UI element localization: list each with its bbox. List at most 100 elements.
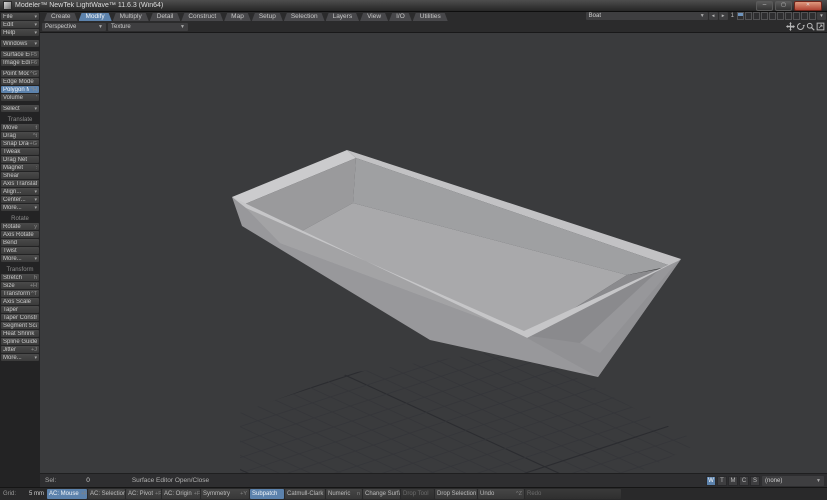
vmap-mode-c-button[interactable]: C	[739, 475, 749, 486]
shortcut-label: n	[356, 491, 360, 497]
tab-modify[interactable]: Modify	[79, 13, 112, 21]
button-label: Change Surface	[365, 491, 400, 497]
drop-selection-button[interactable]: Drop Selection/	[435, 489, 477, 499]
grid-size-field: Grid: 5 mm	[1, 491, 46, 497]
layer-cell-10[interactable]	[809, 12, 816, 20]
zoom-icon[interactable]	[806, 22, 815, 31]
stretch-button[interactable]: Stretch h	[1, 274, 39, 281]
volume-button[interactable]: Volume '	[1, 94, 39, 101]
ac-mouse-button[interactable]: AC: Mouse+F5	[47, 489, 87, 499]
shear-button[interactable]: Shear	[1, 172, 39, 179]
undo-button[interactable]: Undo ^Z	[478, 489, 524, 499]
more-button[interactable]: More... ▾	[1, 255, 39, 262]
tab-create[interactable]: Create	[44, 13, 78, 21]
numeric-button[interactable]: Numeric n	[326, 489, 362, 499]
view-mode-dropdown[interactable]: Perspective ▼	[42, 22, 106, 31]
transform-button[interactable]: Transform ^T	[1, 290, 39, 297]
layer-cell-6[interactable]	[777, 12, 784, 20]
bend-button[interactable]: Bend	[1, 239, 39, 246]
spline-guide-button[interactable]: Spline Guide	[1, 338, 39, 345]
shortcut-label: +Y	[240, 491, 247, 497]
symmetry-button[interactable]: Symmetry +Y	[201, 489, 249, 499]
tab-multiply[interactable]: Multiply	[113, 13, 149, 21]
image-editor-button[interactable]: Image EditorF6	[1, 59, 39, 66]
prev-object-button[interactable]: ◄	[708, 12, 718, 20]
layer-cell-4[interactable]	[761, 12, 768, 20]
vmap-mode-s-button[interactable]: S	[750, 475, 760, 486]
drop-tool-button: Drop Tool	[401, 489, 434, 499]
jitter-button[interactable]: Jitter +J	[1, 346, 39, 353]
pan-icon[interactable]	[786, 22, 795, 31]
subpatch-button[interactable]: Subpatch	[250, 489, 284, 499]
ac-origin-button[interactable]: AC: Origin+F8	[162, 489, 200, 499]
object-selector[interactable]: Boat ▼	[585, 12, 708, 20]
vmap-mode-m-button[interactable]: M	[728, 475, 738, 486]
help-button[interactable]: Help ▾	[1, 29, 39, 36]
layer-controls: Boat ▼ ◄ ► 1 ▼	[585, 12, 827, 21]
more-button[interactable]: More... ▾	[1, 204, 39, 211]
rotate-icon[interactable]	[796, 22, 805, 31]
select-button[interactable]: Select ▾	[1, 105, 39, 112]
taper-button[interactable]: Taper	[1, 306, 39, 313]
tab-detail[interactable]: Detail	[150, 13, 181, 21]
button-label: Segment Scale	[3, 322, 37, 329]
tweak-button[interactable]: Tweak	[1, 148, 39, 155]
tab-map[interactable]: Map	[224, 13, 251, 21]
heat-shrink-button[interactable]: Heat Shrink	[1, 330, 39, 337]
more-button[interactable]: More... ▾	[1, 354, 39, 361]
edge-mode-button[interactable]: Edge Mode	[1, 78, 39, 85]
align-button[interactable]: Align... ▾	[1, 188, 39, 195]
layer-cell-8[interactable]	[793, 12, 800, 20]
layer-cell-1[interactable]	[737, 12, 744, 20]
layer-cell-2[interactable]	[745, 12, 752, 20]
vmap-mode-w-button[interactable]: W	[706, 475, 716, 486]
tab-setup[interactable]: Setup	[252, 13, 283, 21]
layer-cell-5[interactable]	[769, 12, 776, 20]
ac-selection-button[interactable]: AC: Selection+F6	[88, 489, 125, 499]
ac-pivot-button[interactable]: AC: Pivot+F7	[126, 489, 161, 499]
next-object-button[interactable]: ►	[718, 12, 728, 20]
windows-button[interactable]: Windows ▾	[1, 40, 39, 47]
point-mode-button[interactable]: Point Mode^G	[1, 70, 39, 77]
tab-utilities[interactable]: Utilities	[413, 13, 448, 21]
center-button[interactable]: Center... ▾	[1, 196, 39, 203]
move-button[interactable]: Move t	[1, 124, 39, 131]
minimize-button[interactable]: ─	[756, 0, 773, 11]
close-button[interactable]: ✕	[794, 0, 822, 11]
rotate-button[interactable]: Rotate y	[1, 223, 39, 230]
twist-button[interactable]: Twist	[1, 247, 39, 254]
tab-layers[interactable]: Layers	[326, 13, 360, 21]
surface-editor-button[interactable]: Surface EditorF5	[1, 51, 39, 58]
vmap-mode-t-button[interactable]: T	[717, 475, 727, 486]
layer-cell-9[interactable]	[801, 12, 808, 20]
tab-i-o[interactable]: I/O	[389, 13, 412, 21]
taper-constrain-button[interactable]: Taper Constrain	[1, 314, 39, 321]
change-surface-button[interactable]: Change Surfaceq	[363, 489, 400, 499]
segment-scale-button[interactable]: Segment Scale	[1, 322, 39, 329]
catmull-clark-button[interactable]: Catmull-Clark	[285, 489, 325, 499]
layer-cell-3[interactable]	[753, 12, 760, 20]
polygon-mode-button[interactable]: Polygon Mode^H	[1, 86, 39, 93]
layer-cell-7[interactable]	[785, 12, 792, 20]
vmap-selector[interactable]: (none) ▼	[762, 475, 824, 486]
file-button[interactable]: File ▾	[1, 13, 39, 20]
axis-rotate-button[interactable]: Axis Rotate	[1, 231, 39, 238]
tab-construct[interactable]: Construct	[181, 13, 223, 21]
layer-bank-dropdown[interactable]: ▼	[817, 12, 826, 20]
snap-drag-button[interactable]: Snap Drag+G	[1, 140, 39, 147]
shading-mode-dropdown[interactable]: Texture ▼	[108, 22, 188, 31]
axis-scale-button[interactable]: Axis Scale	[1, 298, 39, 305]
tab-selection[interactable]: Selection	[284, 13, 325, 21]
maximize-button[interactable]: ▢	[775, 0, 792, 11]
drag-button[interactable]: Drag ^t	[1, 132, 39, 139]
drag-net-button[interactable]: Drag Net	[1, 156, 39, 163]
axis-translate-button[interactable]: Axis Translate	[1, 180, 39, 187]
fit-icon[interactable]	[816, 22, 825, 31]
viewport-canvas[interactable]	[40, 33, 827, 473]
button-label: AC: Origin	[164, 491, 192, 497]
edit-button[interactable]: Edit ▾	[1, 21, 39, 28]
size-button[interactable]: Size +H	[1, 282, 39, 289]
redo-button: Redo	[525, 489, 621, 499]
magnet-button[interactable]: Magnet:	[1, 164, 39, 171]
tab-view[interactable]: View	[360, 13, 388, 21]
